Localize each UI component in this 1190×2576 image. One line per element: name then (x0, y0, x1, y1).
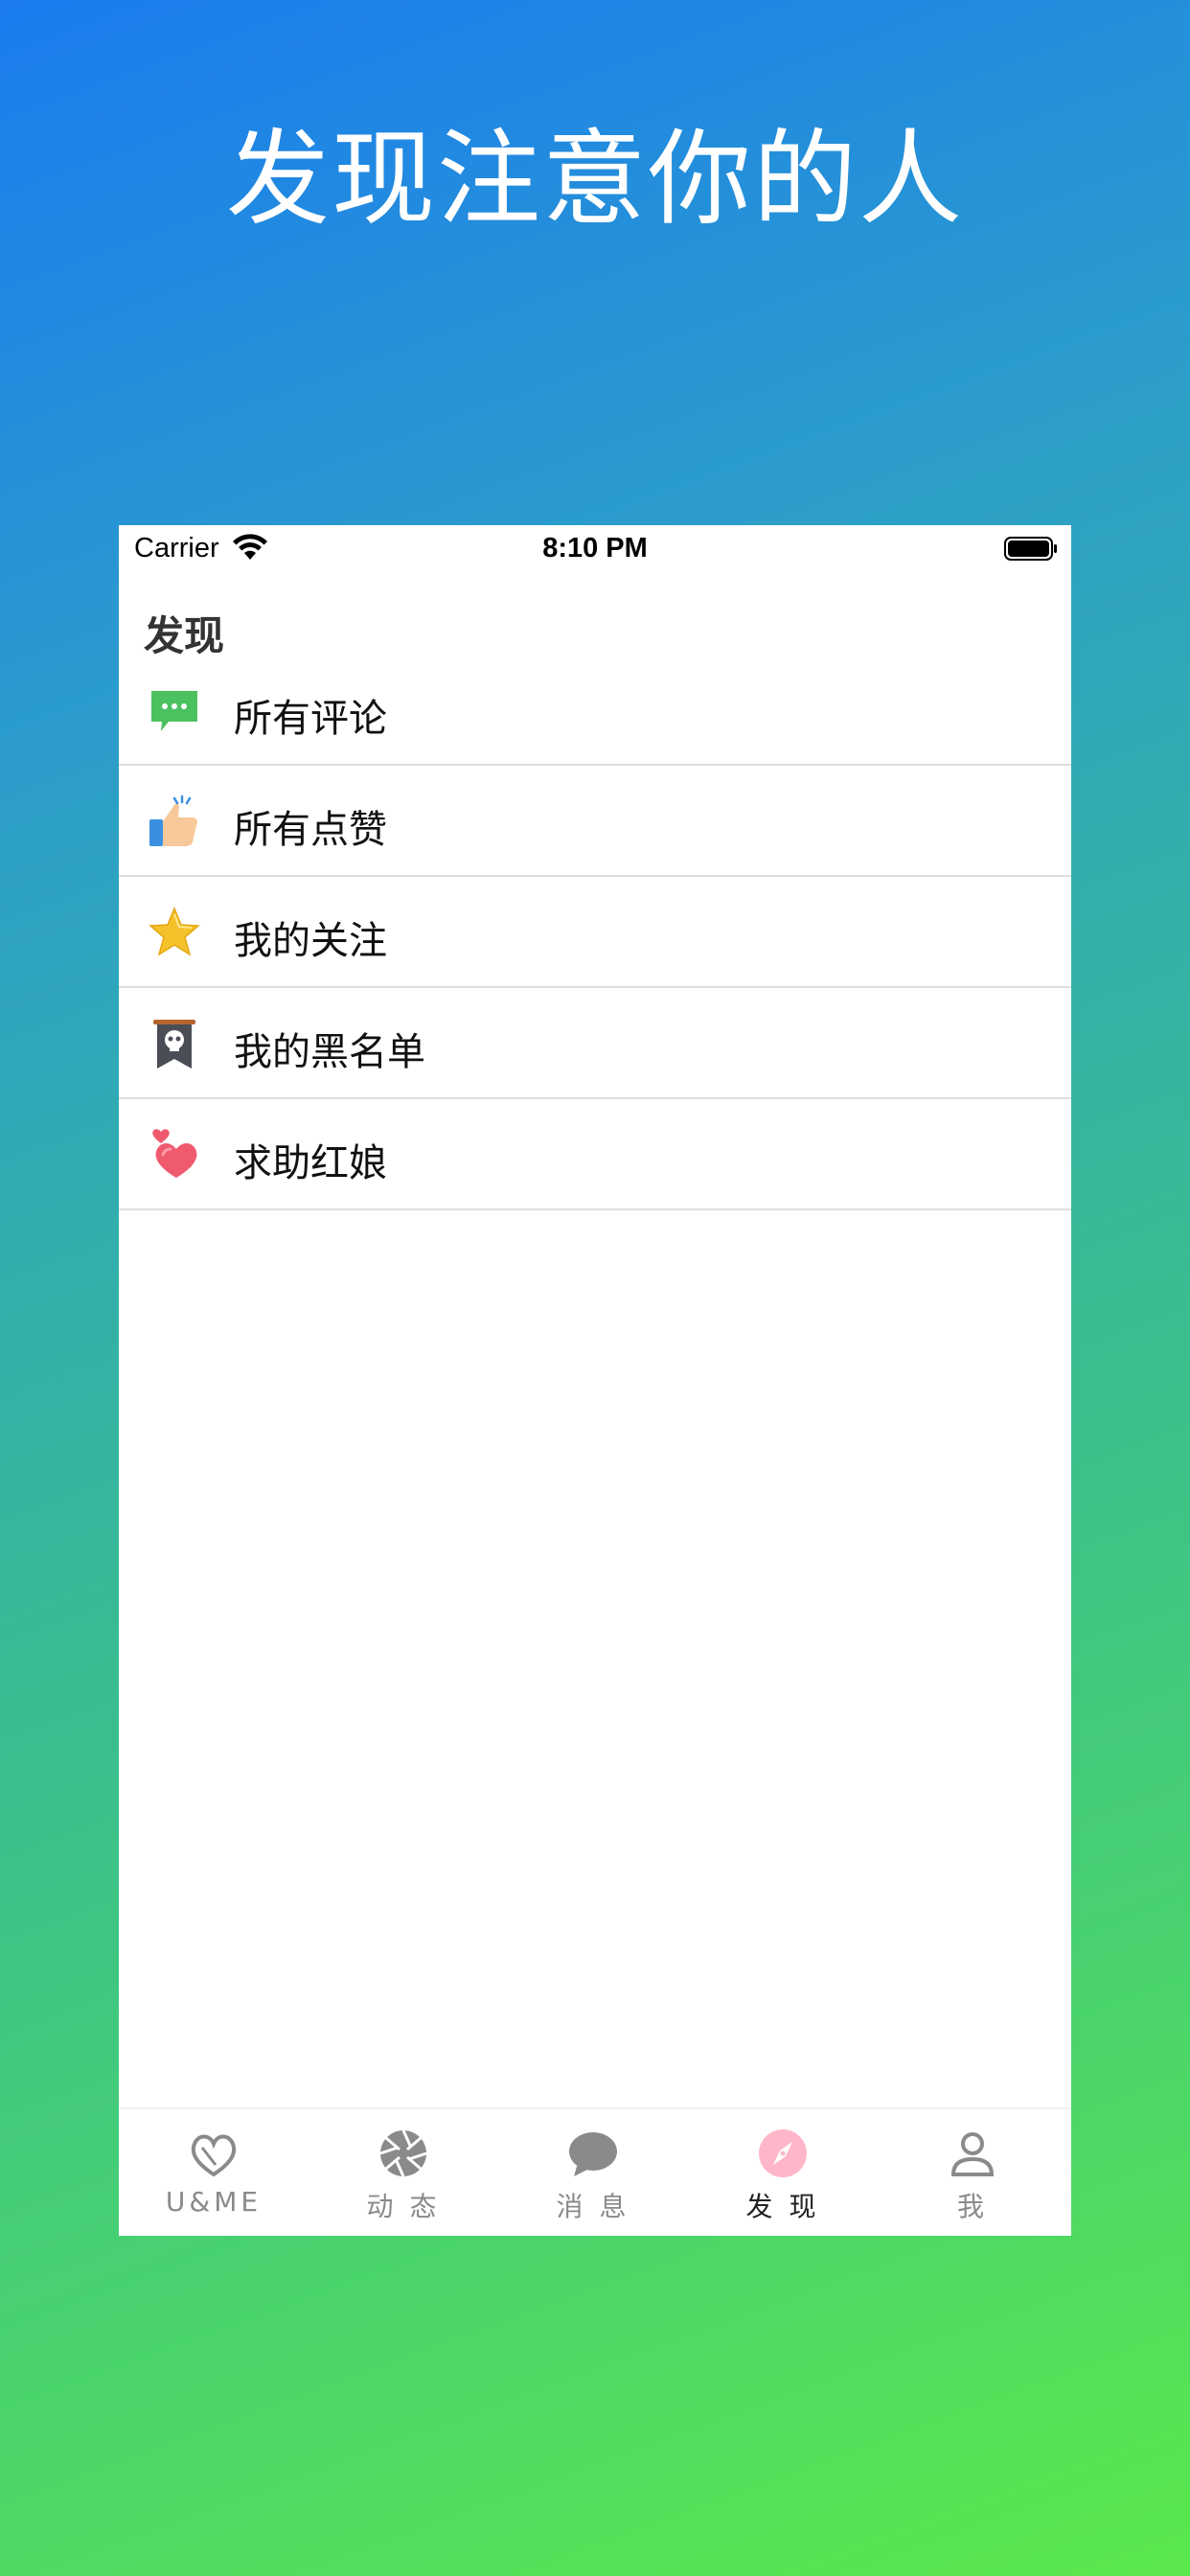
star-icon (149, 907, 200, 956)
tab-messages[interactable]: 消 息 (498, 2109, 688, 2236)
status-bar: Carrier 8:10 PM (119, 525, 1071, 575)
tab-moments[interactable]: 动 态 (309, 2109, 498, 2236)
chat-bubble-icon (569, 2132, 617, 2176)
person-icon (950, 2132, 995, 2176)
tab-bar: U&ME 动 态 消 息 发 现 我 (119, 2107, 1071, 2236)
skull-banner-icon (153, 1020, 195, 1069)
compass-icon (759, 2129, 807, 2177)
tab-label: 消 息 (556, 2191, 630, 2222)
menu-item-label: 我的关注 (234, 919, 387, 963)
menu-item-label: 所有评论 (234, 697, 387, 741)
menu-item-label: 所有点赞 (234, 808, 387, 852)
tab-uandme[interactable]: U&ME (119, 2109, 309, 2236)
tab-discover[interactable]: 发 现 (688, 2109, 878, 2236)
tab-label: 动 态 (366, 2191, 441, 2222)
tab-me[interactable]: 我 (878, 2109, 1067, 2236)
thumbs-up-icon (149, 794, 197, 846)
battery-icon (1004, 537, 1057, 561)
tab-label: 发 现 (745, 2191, 820, 2222)
phone-screen: Carrier 8:10 PM 发现 所有评论 所有点赞 我的关注 我的黑名单 … (119, 525, 1071, 2236)
promo-headline: 发现注意你的人 (225, 120, 964, 240)
menu-item-all-comments[interactable]: 所有评论 (119, 655, 1071, 766)
discover-menu-list: 所有评论 所有点赞 我的关注 我的黑名单 求助红娘 (119, 655, 1071, 1210)
menu-item-all-likes[interactable]: 所有点赞 (119, 766, 1071, 877)
hearts-icon (152, 1129, 197, 1178)
status-time: 8:10 PM (542, 533, 648, 564)
aperture-icon (379, 2129, 427, 2177)
menu-item-matchmaker-help[interactable]: 求助红娘 (119, 1099, 1071, 1210)
page-title: 发现 (144, 612, 225, 659)
tab-label: U&ME (165, 2186, 263, 2218)
comment-icon (151, 691, 197, 731)
menu-item-label: 我的黑名单 (234, 1030, 425, 1074)
menu-item-label: 求助红娘 (234, 1141, 387, 1185)
menu-item-blacklist[interactable]: 我的黑名单 (119, 988, 1071, 1099)
heart-outline-icon (191, 2134, 237, 2177)
tab-label: 我 (956, 2191, 988, 2222)
menu-item-my-follows[interactable]: 我的关注 (119, 877, 1071, 988)
